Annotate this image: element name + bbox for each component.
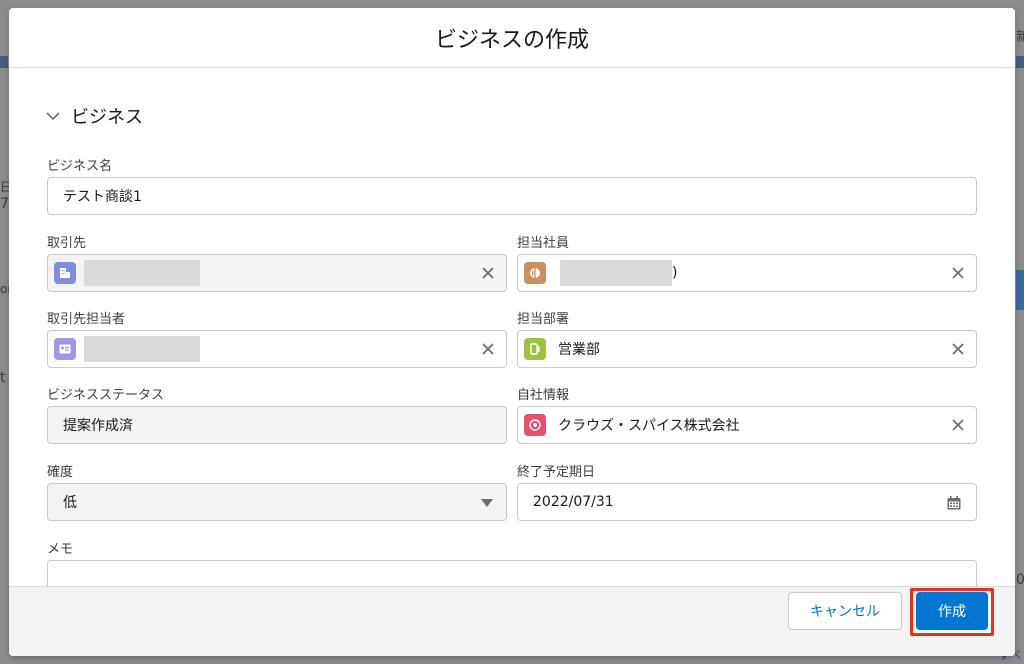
section-toggle-business[interactable]: ビジネス <box>45 103 143 129</box>
status-field: 提案作成済 <box>47 406 507 444</box>
department-icon <box>524 338 546 360</box>
business-name-input[interactable]: テスト商談1 <box>47 177 977 215</box>
probability-value: 低 <box>63 495 77 511</box>
background-bar <box>1016 270 1024 310</box>
memo-label: メモ <box>47 542 74 557</box>
create-business-modal: ビジネスの作成 ビジネス ビジネス名 テスト商談1 取引先 担当社員) 取引先… <box>9 8 1015 656</box>
company-icon <box>524 414 546 436</box>
modal-title: ビジネスの作成 <box>434 27 589 53</box>
contact-card-icon <box>54 338 76 360</box>
redacted-value <box>84 260 200 286</box>
section-title: ビジネス <box>71 107 143 128</box>
department-label: 担当部署 <box>517 312 570 327</box>
clear-icon[interactable] <box>480 265 496 281</box>
business-name-label: ビジネス名 <box>47 159 113 174</box>
calendar-icon[interactable] <box>946 495 962 511</box>
user-icon <box>524 262 546 284</box>
clear-icon[interactable] <box>950 265 966 281</box>
memo-textarea[interactable] <box>47 560 977 586</box>
modal-body: ビジネス ビジネス名 テスト商談1 取引先 担当社員 ) 取引先担当者 担当部署… <box>9 69 1015 586</box>
close-date-label: 終了予定期日 <box>517 465 596 480</box>
contact-lookup[interactable] <box>47 330 507 368</box>
company-value: クラウズ・スパイス株式会社 <box>558 418 740 434</box>
probability-select[interactable]: 低 <box>47 483 507 521</box>
modal-header: ビジネスの作成 <box>9 8 1015 68</box>
background-text: t <box>0 370 6 386</box>
company-label: 自社情報 <box>517 388 570 403</box>
owner-label: 担当社員 <box>517 236 570 251</box>
contact-label: 取引先担当者 <box>47 312 126 327</box>
background-bar <box>1016 56 1024 68</box>
redacted-value <box>84 336 200 362</box>
company-lookup[interactable]: クラウズ・スパイス株式会社 <box>517 406 977 444</box>
owner-lookup[interactable]: ) <box>517 254 977 292</box>
account-label: 取引先 <box>47 236 87 251</box>
status-value: 提案作成済 <box>63 418 133 434</box>
redacted-value <box>560 260 672 286</box>
background-text: 新 <box>1016 30 1024 45</box>
business-name-value: テスト商談1 <box>63 189 142 205</box>
status-label: ビジネスステータス <box>47 388 165 403</box>
clear-icon[interactable] <box>950 341 966 357</box>
clear-icon[interactable] <box>950 417 966 433</box>
building-icon <box>54 262 76 284</box>
probability-label: 確度 <box>47 465 74 480</box>
close-date-value: 2022/07/31 <box>533 494 614 510</box>
close-date-input[interactable]: 2022/07/31 <box>517 483 977 521</box>
chevron-down-icon <box>46 112 60 121</box>
department-value: 営業部 <box>558 342 600 358</box>
cancel-button[interactable]: キャンセル <box>788 592 902 630</box>
dropdown-caret-icon <box>481 499 493 507</box>
department-lookup[interactable]: 営業部 <box>517 330 977 368</box>
owner-suffix: ) <box>672 265 678 281</box>
clear-icon[interactable] <box>480 341 496 357</box>
create-button[interactable]: 作成 <box>916 592 988 630</box>
background-bar <box>0 56 8 68</box>
account-lookup[interactable] <box>47 254 507 292</box>
background-text: 0 <box>1016 572 1024 588</box>
